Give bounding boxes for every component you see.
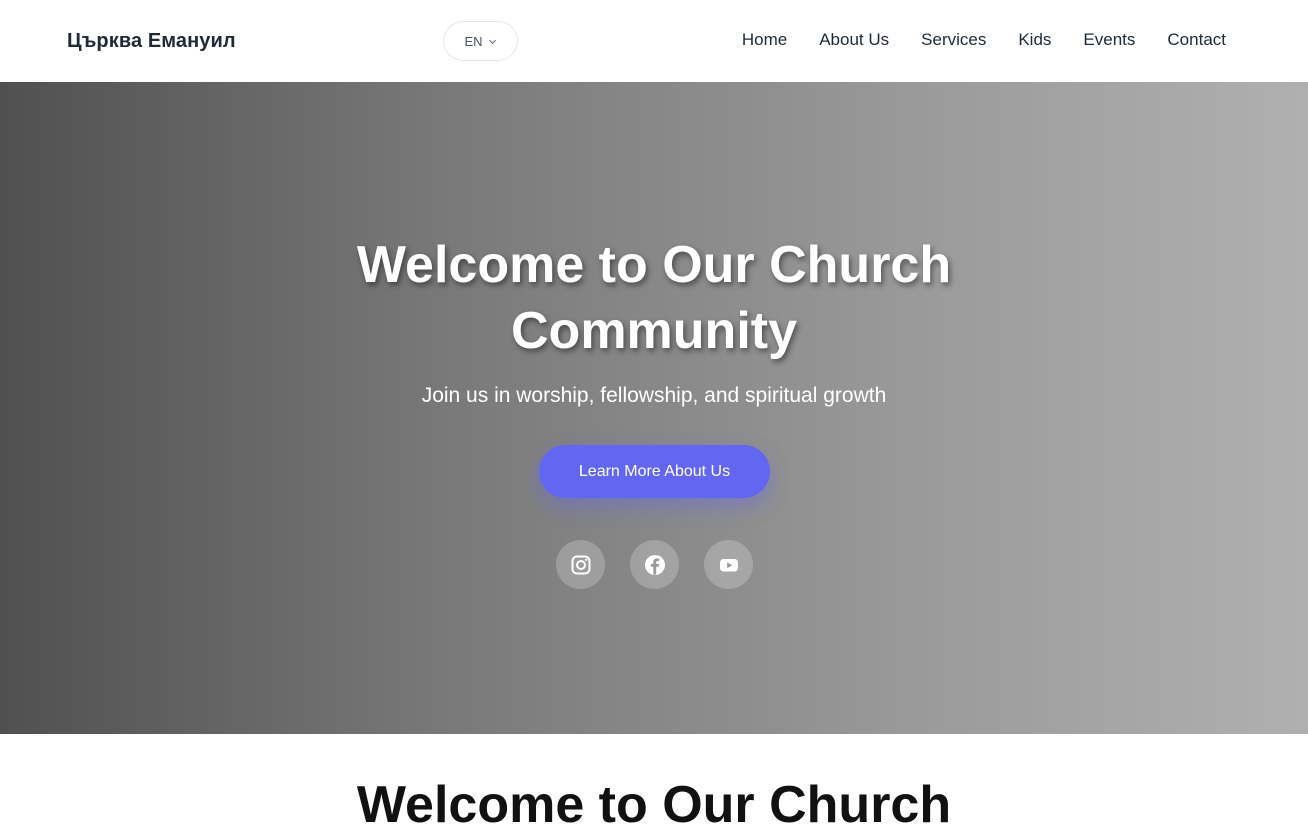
nav-kids[interactable]: Kids (1018, 30, 1051, 50)
social-links (556, 540, 753, 589)
facebook-icon (644, 554, 665, 575)
learn-more-button[interactable]: Learn More About Us (539, 445, 770, 498)
language-label: EN (464, 33, 483, 49)
language-selector[interactable]: EN (443, 21, 518, 61)
navbar: Църква Емануил EN Home About Us Services… (0, 0, 1308, 82)
instagram-link[interactable] (556, 540, 605, 589)
nav-home[interactable]: Home (742, 30, 787, 50)
section-title: Welcome to Our Church (356, 776, 952, 834)
hero-title: Welcome to Our Church Community (356, 236, 952, 360)
youtube-icon (719, 558, 738, 571)
hero-section: Welcome to Our Church Community Join us … (0, 82, 1308, 734)
hero-subtitle: Join us in worship, fellowship, and spir… (421, 384, 887, 407)
nav-about-us[interactable]: About Us (819, 30, 889, 50)
nav-services[interactable]: Services (921, 30, 986, 50)
facebook-link[interactable] (630, 540, 679, 589)
site-brand[interactable]: Църква Емануил (67, 30, 236, 53)
main-nav: Home About Us Services Kids Events Conta… (742, 30, 1226, 50)
youtube-link[interactable] (704, 540, 753, 589)
instagram-icon (571, 555, 590, 574)
nav-events[interactable]: Events (1083, 30, 1135, 50)
chevron-down-icon (488, 39, 496, 44)
nav-contact[interactable]: Contact (1167, 30, 1226, 50)
